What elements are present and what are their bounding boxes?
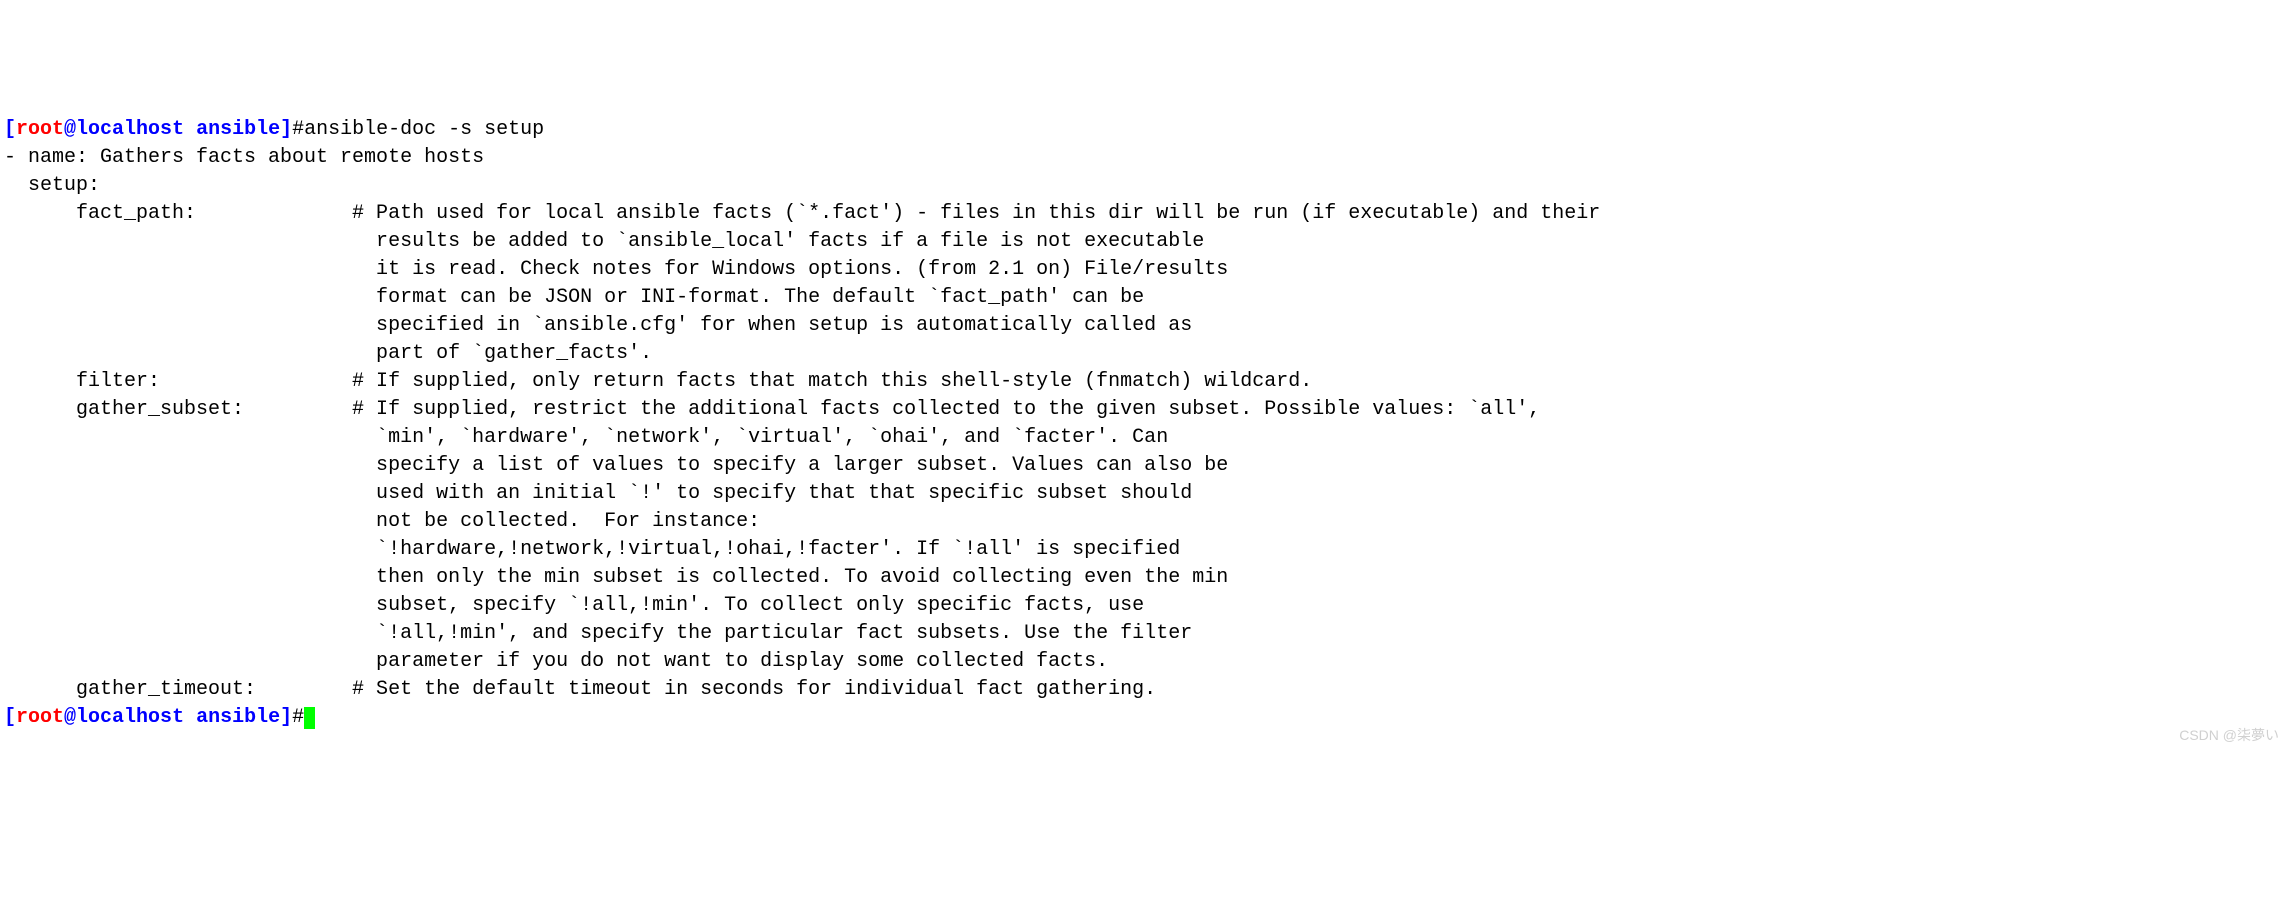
output-line: - name: Gathers facts about remote hosts — [4, 146, 484, 169]
output-line: used with an initial `!' to specify that… — [4, 482, 1192, 505]
output-line: part of `gather_facts'. — [4, 342, 652, 365]
watermark: CSDN @柒夢い — [2179, 726, 2279, 746]
prompt-bracket-close: ] — [280, 706, 292, 729]
prompt-host: localhost — [76, 118, 184, 141]
prompt-hash: # — [292, 706, 304, 729]
prompt-hash: # — [292, 118, 304, 141]
terminal-line-1: [root@localhost ansible]#ansible-doc -s … — [4, 118, 544, 141]
prompt-user: root — [16, 118, 64, 141]
prompt-at: @ — [64, 706, 76, 729]
prompt-path: ansible — [196, 706, 280, 729]
cursor-icon[interactable] — [304, 707, 315, 729]
output-line: format can be JSON or INI-format. The de… — [4, 286, 1144, 309]
terminal-line-prompt: [root@localhost ansible]# — [4, 706, 315, 729]
prompt-at: @ — [64, 118, 76, 141]
prompt-bracket-open: [ — [4, 118, 16, 141]
command-input[interactable]: ansible-doc -s setup — [304, 118, 544, 141]
prompt-space — [184, 118, 196, 141]
output-line: gather_subset: # If supplied, restrict t… — [4, 398, 1540, 421]
output-line: then only the min subset is collected. T… — [4, 566, 1228, 589]
output-line: subset, specify `!all,!min'. To collect … — [4, 594, 1144, 617]
output-line: it is read. Check notes for Windows opti… — [4, 258, 1228, 281]
output-line: filter: # If supplied, only return facts… — [4, 370, 1312, 393]
output-line: `!hardware,!network,!virtual,!ohai,!fact… — [4, 538, 1180, 561]
prompt-space — [184, 706, 196, 729]
output-line: fact_path: # Path used for local ansible… — [4, 202, 1600, 225]
prompt-bracket-close: ] — [280, 118, 292, 141]
prompt-user: root — [16, 706, 64, 729]
output-line: specify a list of values to specify a la… — [4, 454, 1228, 477]
output-line: `!all,!min', and specify the particular … — [4, 622, 1192, 645]
prompt-path: ansible — [196, 118, 280, 141]
output-line: results be added to `ansible_local' fact… — [4, 230, 1204, 253]
output-line: parameter if you do not want to display … — [4, 650, 1108, 673]
output-line: setup: — [4, 174, 100, 197]
output-line: not be collected. For instance: — [4, 510, 760, 533]
output-line: gather_timeout: # Set the default timeou… — [4, 678, 1156, 701]
output-line: `min', `hardware', `network', `virtual',… — [4, 426, 1168, 449]
output-line: specified in `ansible.cfg' for when setu… — [4, 314, 1192, 337]
prompt-host: localhost — [76, 706, 184, 729]
prompt-bracket-open: [ — [4, 706, 16, 729]
